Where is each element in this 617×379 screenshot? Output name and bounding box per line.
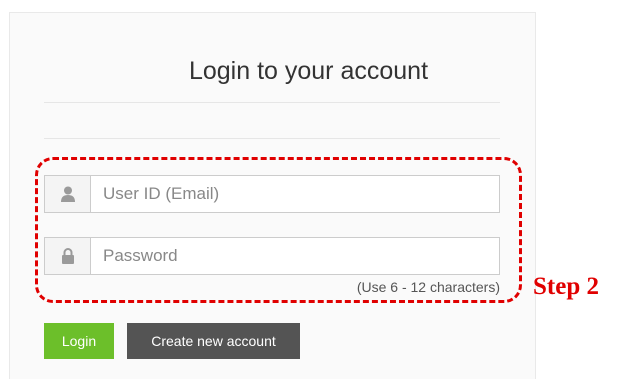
step-label: Step 2: [533, 273, 599, 300]
create-account-button[interactable]: Create new account: [127, 323, 300, 359]
lock-icon: [45, 238, 91, 274]
login-button[interactable]: Login: [44, 323, 114, 359]
title-divider: [44, 102, 500, 103]
user-id-input[interactable]: [91, 176, 499, 212]
password-field-group: [44, 237, 500, 275]
login-page: Login to your account (Use 6 - 12 charac…: [0, 0, 617, 379]
user-id-field-group: [44, 175, 500, 213]
password-hint: (Use 6 - 12 characters): [356, 279, 500, 295]
form-divider: [44, 138, 500, 139]
password-input[interactable]: [91, 238, 499, 274]
page-title: Login to your account: [188, 57, 429, 85]
user-icon: [45, 176, 91, 212]
